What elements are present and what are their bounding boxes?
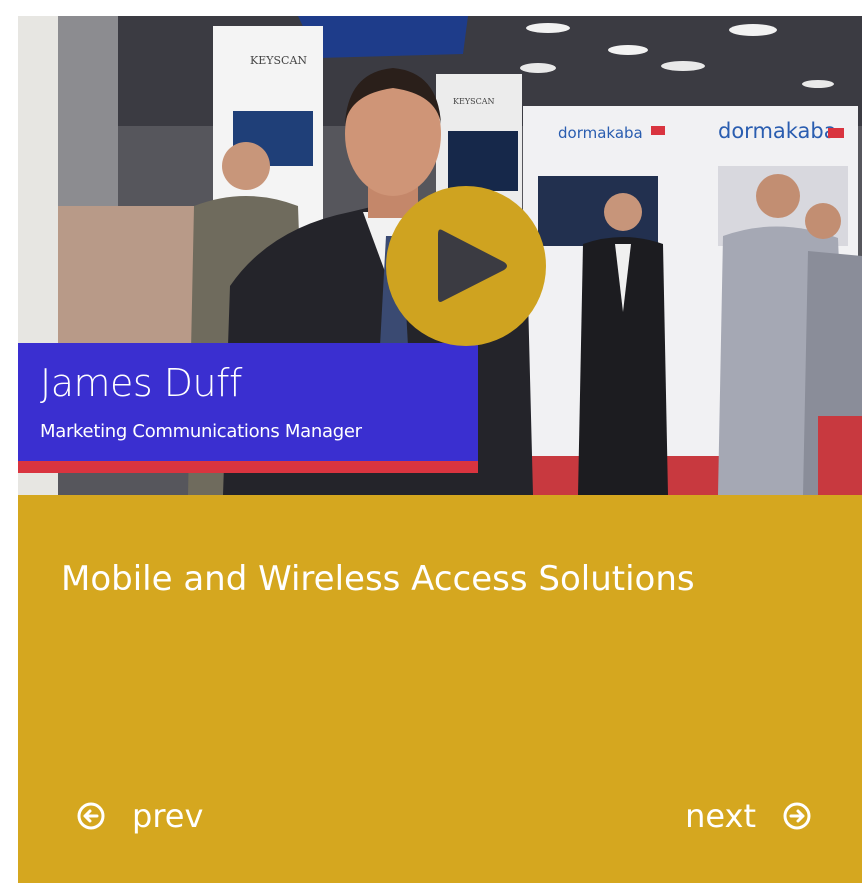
video-thumbnail[interactable]: KEYSCAN KEYSCAN dormakaba dormakaba Jame… [18, 16, 862, 495]
next-label: next [685, 797, 756, 835]
info-panel: Mobile and Wireless Access Solutions pre… [18, 495, 862, 883]
video-carousel-card: KEYSCAN KEYSCAN dormakaba dormakaba Jame… [18, 16, 862, 883]
play-icon [438, 229, 507, 302]
svg-text:KEYSCAN: KEYSCAN [250, 54, 307, 67]
next-button[interactable]: next [685, 791, 812, 841]
video-title: Mobile and Wireless Access Solutions [61, 559, 695, 599]
circle-arrow-right-icon [783, 802, 811, 830]
prev-label: prev [132, 797, 204, 835]
presenter-title: Marketing Communications Manager [40, 421, 362, 442]
lower-third-caption: James Duff Marketing Communications Mana… [18, 343, 478, 473]
caption-stripe [18, 461, 478, 473]
prev-button[interactable]: prev [76, 791, 203, 841]
circle-arrow-left-icon [77, 802, 105, 830]
svg-text:KEYSCAN: KEYSCAN [453, 97, 494, 106]
svg-text:dormakaba: dormakaba [718, 119, 837, 143]
svg-text:dormakaba: dormakaba [558, 124, 643, 142]
presenter-name: James Duff [40, 361, 242, 405]
play-button[interactable] [386, 186, 546, 346]
